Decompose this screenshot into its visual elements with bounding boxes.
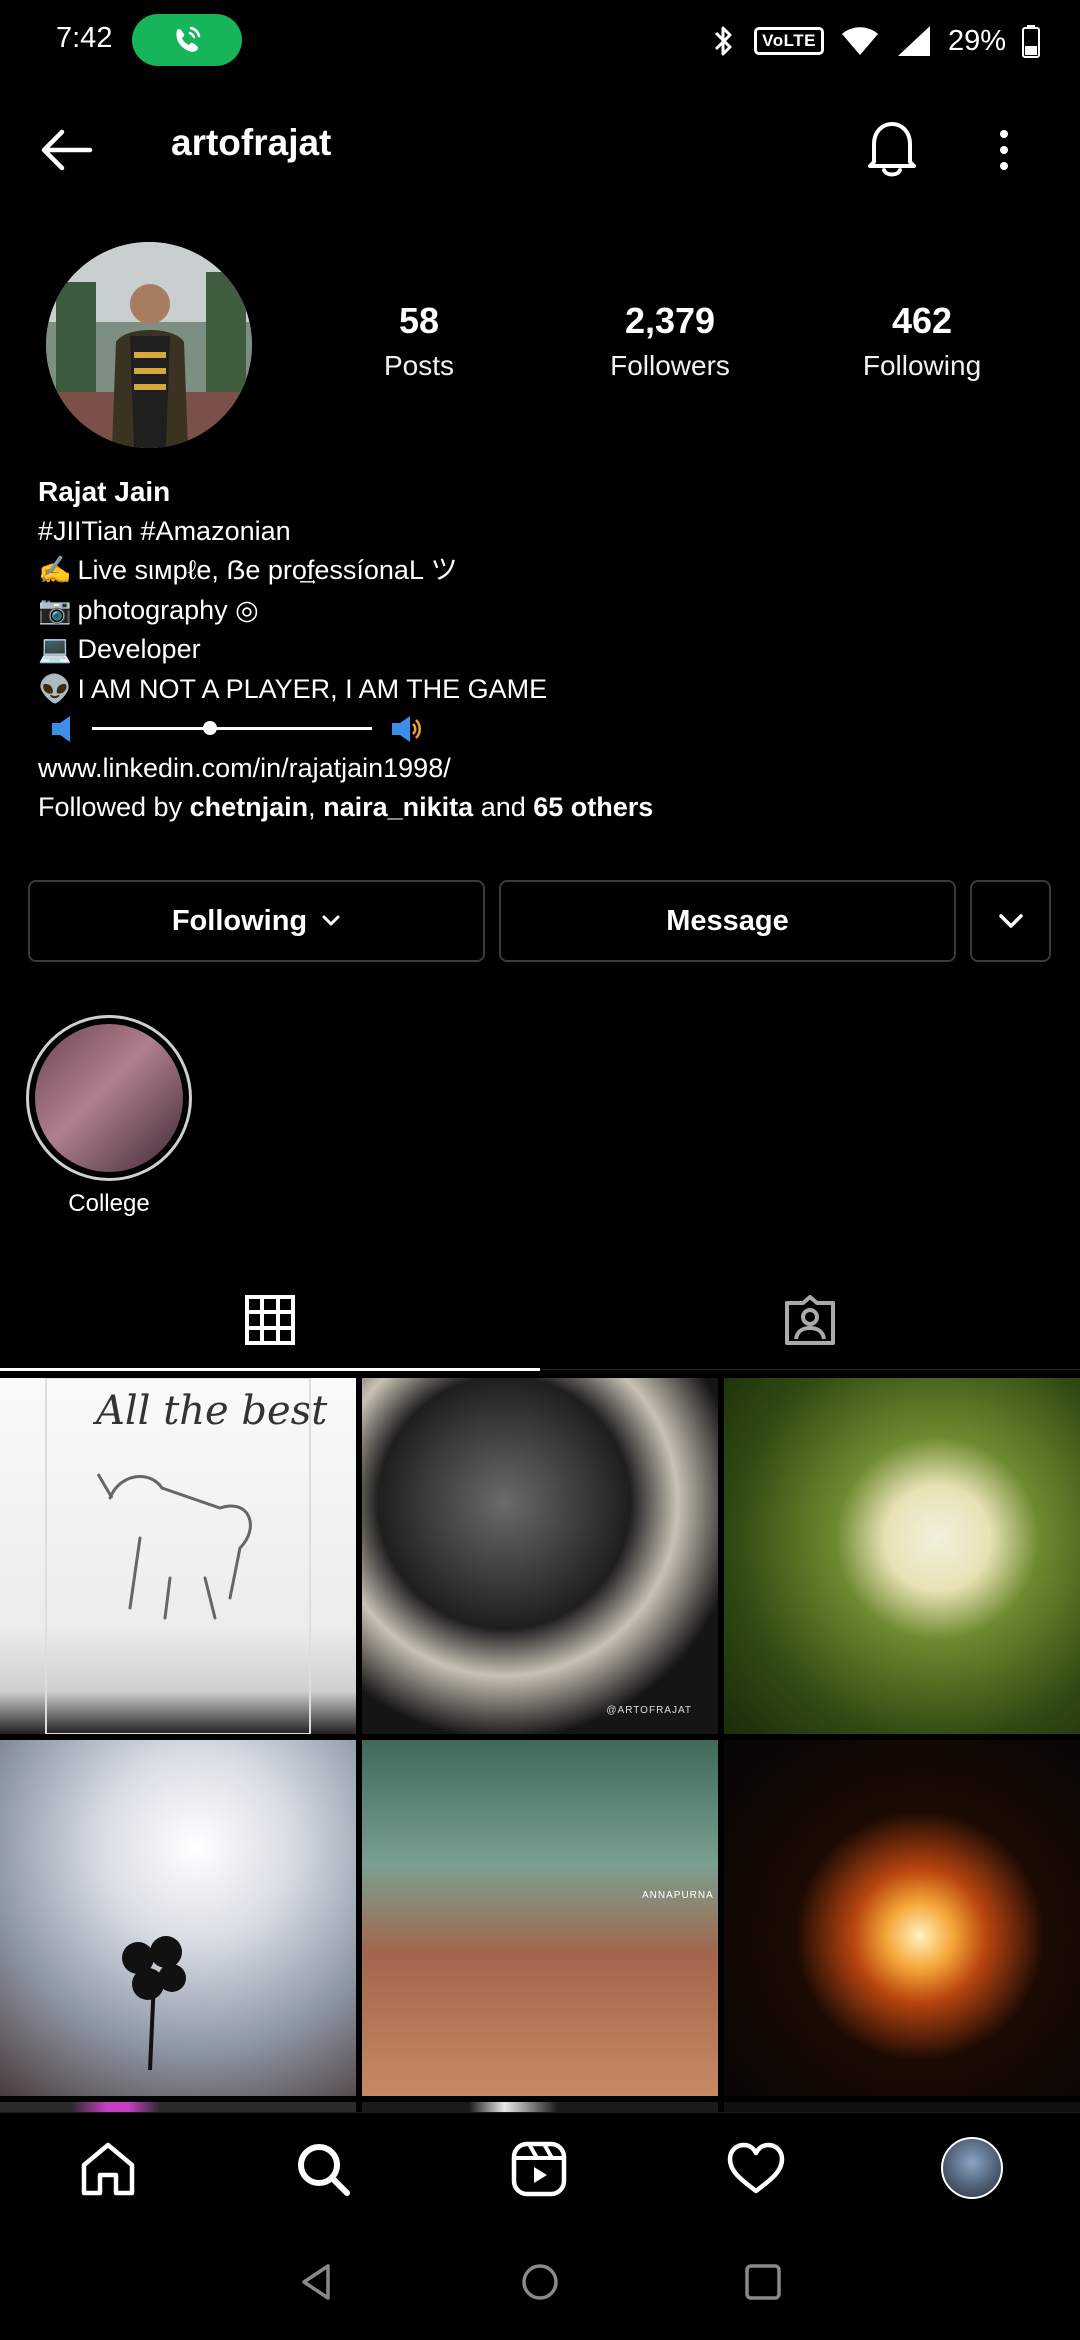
status-bar: 7:42 VoLTE 29% [0,0,1080,80]
bio-line: #JIITian #Amazonian [38,515,291,546]
followers-count: 2,379 [624,300,716,341]
alien-icon: 👽 [38,673,72,704]
posts-label: Posts [383,350,455,381]
writing-hand-icon: ✍️ [38,555,72,585]
bio-line: 👽 I AM NOT A PLAYER, I AM THE GAME [38,670,1048,710]
active-tab-indicator [0,1368,540,1371]
message-button-label: Message [666,904,789,937]
post-overlay-text: ANNAPURNA [642,1890,714,1901]
mutual-follower-2[interactable]: naira_nikita [323,792,473,822]
tagged-person-icon [785,1295,835,1345]
post-thumbnail[interactable]: All the best [0,1378,356,1734]
post-watermark: @ARTOFRAJAT [606,1705,692,1716]
system-navigation-bar [0,2222,1080,2340]
post-thumbnail[interactable] [724,1740,1080,2096]
followed-by-text[interactable]: Followed by chetnjain, naira_nikita and … [38,788,1048,828]
battery-percent: 29% [947,24,1006,57]
message-button[interactable]: Message [499,880,956,962]
heart-icon [727,2142,785,2194]
profile-top-bar: artofrajat [0,100,1080,200]
posts-stat[interactable]: 58 Posts [319,300,519,382]
system-home-button[interactable] [512,2254,568,2310]
arrow-left-icon [41,129,93,171]
back-button[interactable] [36,120,96,180]
speaker-high-icon [392,715,421,742]
following-button-label: Following [171,904,308,937]
chevron-down-icon [998,914,1023,928]
ongoing-call-pill[interactable] [132,14,242,66]
bio-website-link[interactable]: www.linkedin.com/in/rajatjain1998/ [38,749,1048,789]
profile-display-name: Rajat Jain [38,476,171,507]
clover-silhouette [122,1936,186,2071]
nav-home-button[interactable] [78,2139,138,2199]
status-time: 7:42 [56,22,113,54]
bio-line: ✍️ Live sιмpℓe, ẞe pro͢fessíonaL ツ [38,551,1048,591]
post-thumbnail[interactable]: ANNAPURNA [362,1740,718,2096]
reels-icon [511,2141,567,2197]
bio-volume-slider [38,709,1048,749]
bio-line: 💻 Developer [38,630,1048,670]
profile-bio: Rajat Jain #JIITian #Amazonian ✍️ Live s… [38,472,1048,828]
battery-icon [1022,25,1040,58]
volte-badge: VoLTE [754,27,824,55]
system-back-button[interactable] [290,2254,346,2310]
following-button[interactable]: Following [28,880,485,962]
followers-label: Followers [610,350,730,381]
highlight-label: College [68,1190,150,1217]
tab-posts-grid[interactable] [0,1270,540,1370]
post-thumbnail[interactable] [724,1378,1080,1734]
following-label: Following [862,350,982,381]
volume-thumb [202,721,217,736]
circle-home-icon [522,2264,558,2300]
notifications-button[interactable] [862,116,922,180]
profile-username: artofrajat [171,122,332,163]
laptop-icon: 💻 [38,634,72,664]
bio-line: 📷 photography ◎ [38,591,1048,631]
triangle-back-icon [302,2264,330,2300]
followers-stat[interactable]: 2,379 Followers [570,300,770,382]
more-vertical-icon [1000,130,1008,170]
nav-search-button[interactable] [293,2139,353,2199]
nav-activity-button[interactable] [726,2139,786,2199]
following-count: 462 [891,300,953,341]
wifi-icon [841,27,878,55]
system-recents-button[interactable] [735,2254,791,2310]
profile-photo [46,242,252,448]
story-highlight-college[interactable] [26,1015,192,1181]
home-icon [81,2142,135,2196]
tab-tagged[interactable] [540,1270,1080,1370]
profile-avatar[interactable] [46,242,252,448]
mutual-followers-others[interactable]: 65 others [533,792,653,822]
square-recents-icon [745,2264,781,2300]
post-thumbnail[interactable]: @ARTOFRAJAT [362,1378,718,1734]
nav-reels-button[interactable] [509,2139,569,2199]
volume-track [92,721,372,736]
bell-icon [868,122,916,177]
posts-count: 58 [398,300,440,341]
chevron-down-icon [322,915,340,926]
status-icons: VoLTE 29% [710,20,1040,62]
suggested-accounts-button[interactable] [970,880,1051,962]
speaker-low-icon [52,715,70,742]
following-stat[interactable]: 462 Following [822,300,1022,382]
unicorn-sketch [45,1378,311,1734]
highlight-cover [35,1024,183,1172]
search-icon [298,2144,350,2196]
nav-profile-avatar[interactable] [941,2137,1003,2199]
bluetooth-icon [715,26,732,56]
post-thumbnail[interactable] [0,1740,356,2096]
signal-icon [897,26,930,56]
phone-call-icon [176,26,201,52]
more-options-button[interactable] [990,118,1018,182]
bottom-navigation [0,2112,1080,2222]
camera-icon: 📷 [38,594,72,625]
mutual-follower-1[interactable]: chetnjain [190,792,309,822]
grid-icon [245,1295,295,1345]
profile-tabs [0,1270,1080,1371]
